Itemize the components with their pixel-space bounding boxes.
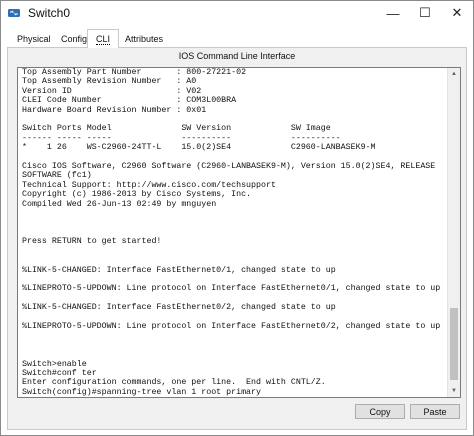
console-line: Hardware Board Revision Number : 0x01 [22,105,207,115]
cli-header: IOS Command Line Interface [178,51,296,61]
scroll-down-icon[interactable]: ▼ [448,385,460,397]
console-line: Switch(config)#spanning-tree vlan 1 root… [22,387,261,397]
console-line: Enter configuration commands, one per li… [22,378,326,388]
console-line: %LINEPROTO-5-UPDOWN: Line protocol on In… [22,284,441,294]
switch-window: Switch0 — ☐ ✕ Physical Config CLI Attrib… [0,0,474,436]
scroll-thumb[interactable] [450,308,458,380]
console-line: Top Assembly Revision Number : A0 [22,77,197,87]
tab-physical[interactable]: Physical [9,31,59,48]
tab-bar: Physical Config CLI Attributes [7,29,467,49]
console-output[interactable]: Top Assembly Part Number : 800-27221-02 T… [22,68,447,398]
console-line: Copyright (c) 1986-2013 by Cisco Systems… [22,190,252,200]
console-line: %LINEPROTO-5-UPDOWN: Line protocol on In… [22,321,441,331]
maximize-button[interactable]: ☐ [409,1,441,25]
tab-cli[interactable]: CLI [87,29,120,49]
console-scrollbar[interactable]: ▲ ▼ [447,68,460,397]
console-line: Technical Support: http://www.cisco.com/… [22,180,276,190]
console-line: SOFTWARE (fc1) [22,171,92,181]
console-line: Top Assembly Part Number : 800-27221-02 [22,68,247,77]
scroll-up-icon[interactable]: ▲ [448,68,460,80]
paste-button[interactable]: Paste [410,404,460,419]
console-line: CLEI Code Number : COM3L00BRA [22,96,237,106]
title-bar: Switch0 — ☐ ✕ [1,1,473,25]
cisco-switch-icon [8,9,20,17]
copy-button[interactable]: Copy [355,404,405,419]
console-line: Version ID : V02 [22,86,202,96]
console-line: %LINK-5-CHANGED: Interface FastEthernet0… [22,303,336,313]
console-line: * 1 26 WS-C2960-24TT-L 15.0(2)SE4 C2960-… [22,143,376,153]
close-button[interactable]: ✕ [441,1,473,25]
console-line: Switch#conf ter [22,369,97,378]
cli-panel: IOS Command Line Interface Top Assembly … [7,48,467,430]
console-line: ------ ----- ----- ---------- ---------- [22,133,341,143]
tab-cli-label: CLI [96,34,111,45]
console-line: Switch>enable [22,359,87,369]
console-line: Press RETURN to get started! [22,237,162,247]
console-line: Switch(config)# [22,397,447,398]
tab-attributes[interactable]: Attributes [117,31,171,48]
console-line: Compiled Wed 26-Jun-13 02:49 by mnguyen [22,199,217,209]
console-line: %LINK-5-CHANGED: Interface FastEthernet0… [22,265,336,275]
window-title: Switch0 [28,6,71,20]
console-line: Switch Ports Model SW Version SW Image [22,124,331,134]
cli-console[interactable]: Top Assembly Part Number : 800-27221-02 T… [17,67,461,398]
minimize-button[interactable]: — [377,1,409,25]
